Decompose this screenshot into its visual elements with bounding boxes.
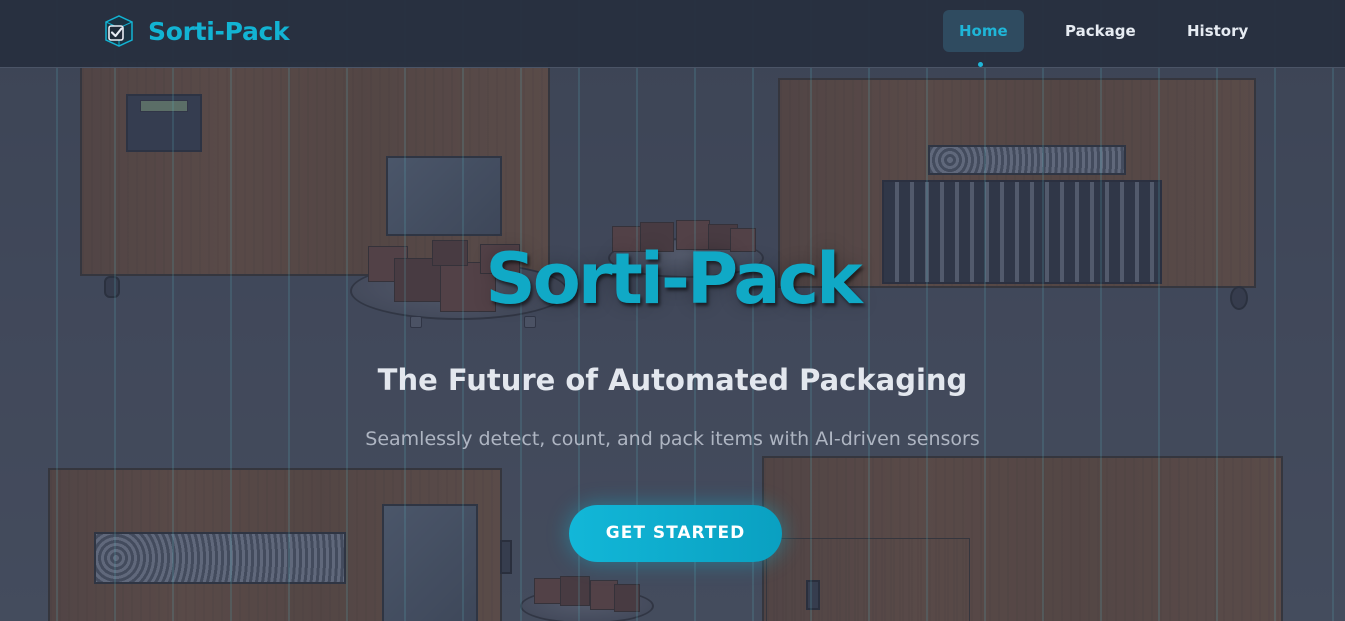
nav-item-package[interactable]: Package (1049, 10, 1152, 52)
checkbox-cube-icon (105, 15, 133, 47)
hero-description: Seamlessly detect, count, and pack items… (365, 428, 980, 450)
get-started-button[interactable]: GET STARTED (569, 505, 782, 562)
nav-item-home[interactable]: Home (943, 10, 1024, 52)
navbar: Sorti-Pack Home Package History (0, 0, 1345, 68)
brand-name: Sorti-Pack (148, 16, 290, 46)
active-indicator-dot (978, 62, 983, 67)
brand[interactable]: Sorti-Pack (102, 14, 290, 48)
hero-subtitle: The Future of Automated Packaging (377, 363, 968, 397)
hero-title: Sorti-Pack (485, 238, 862, 320)
nav-item-history[interactable]: History (1171, 10, 1264, 52)
